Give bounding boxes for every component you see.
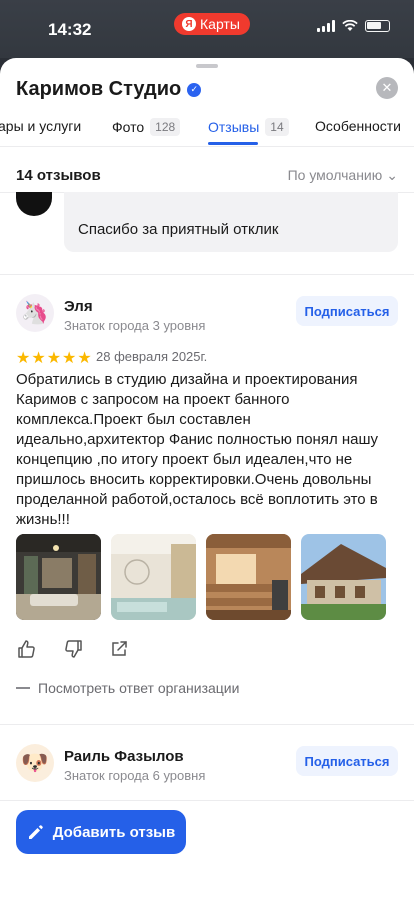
see-reply-label: Посмотреть ответ организации [38, 680, 240, 696]
tab-label: Фото [112, 119, 145, 135]
divider [0, 146, 414, 147]
reviewer-name[interactable]: Эля [64, 298, 93, 315]
review-photo[interactable] [301, 534, 386, 620]
tab-bar: ары и услуги Фото 128 Отзывы 14 Особенно… [0, 110, 414, 148]
reviews-summary-row: 14 отзывов По умолчанию ⌄ [16, 158, 398, 192]
signal-icon [317, 20, 335, 32]
close-button[interactable]: ✕ [376, 77, 398, 99]
battery-icon [365, 20, 390, 32]
star-icon: ★ [77, 350, 92, 367]
verified-icon: ✓ [187, 82, 202, 97]
sort-dropdown[interactable]: По умолчанию ⌄ [288, 167, 398, 184]
avatar[interactable]: 🐶 [16, 744, 54, 782]
yandex-logo-icon: Я [182, 17, 196, 31]
reviewer-level: Знаток города 6 уровня [64, 768, 206, 783]
dislike-icon[interactable] [62, 638, 84, 660]
star-icon: ★ [31, 350, 46, 367]
review-photo[interactable] [16, 534, 101, 620]
subscribe-button[interactable]: Подписаться [296, 746, 398, 776]
divider [0, 274, 414, 275]
divider [0, 800, 414, 801]
app-pill-label: Карты [200, 16, 240, 32]
back-to-app-pill[interactable]: Я Карты [174, 13, 250, 35]
tab-label: ары и услуги [0, 118, 82, 134]
business-name: Каримов Студио [16, 78, 182, 100]
chevron-down-icon: ⌄ [386, 166, 398, 183]
star-icon: ★ [62, 350, 77, 367]
tab-count-badge: 128 [150, 118, 181, 136]
active-tab-indicator [208, 142, 258, 145]
status-time: 14:32 [48, 20, 92, 39]
subscribe-button[interactable]: Подписаться [296, 296, 398, 326]
sheet-grabber[interactable] [196, 64, 218, 68]
reviewer-name[interactable]: Раиль Фазылов [64, 748, 184, 765]
add-review-label: Добавить отзыв [52, 823, 176, 841]
dash-icon [16, 687, 30, 689]
tab-photos[interactable]: Фото 128 [112, 118, 181, 136]
reply-text: Спасибо за приятный отклик [78, 221, 279, 238]
rating-stars: ★ ★ ★ ★ ★ [16, 348, 92, 368]
review-date: 28 февраля 2025г. [96, 349, 208, 364]
status-indicators [317, 20, 390, 32]
review-actions [16, 638, 130, 660]
reviewer-level: Знаток города 3 уровня [64, 318, 206, 333]
page-title: Каримов Студио ✓ [16, 78, 202, 101]
tab-features[interactable]: Особенности [315, 118, 401, 134]
tab-count-badge: 14 [265, 118, 289, 136]
wifi-icon [342, 20, 358, 31]
like-icon[interactable] [16, 638, 38, 660]
status-bar: 14:32 Я Карты [0, 0, 414, 58]
bottom-sheet: Каримов Студио ✓ ✕ ары и услуги Фото 128… [0, 58, 414, 900]
see-organization-reply-link[interactable]: Посмотреть ответ организации [16, 680, 239, 696]
divider [0, 724, 414, 725]
star-icon: ★ [16, 350, 31, 367]
share-icon[interactable] [108, 638, 130, 660]
star-icon: ★ [46, 350, 62, 367]
organization-reply: Спасибо за приятный отклик [64, 192, 398, 252]
tab-goods-services[interactable]: ары и услуги [0, 118, 81, 134]
review-photo[interactable] [206, 534, 291, 620]
review-text: Обратились в студию дизайна и проектиров… [16, 371, 379, 528]
sort-label: По умолчанию [287, 167, 383, 183]
tab-label: Особенности [315, 118, 401, 134]
tab-reviews[interactable]: Отзывы 14 [208, 118, 289, 136]
reviews-count: 14 отзывов [16, 166, 101, 184]
review-photos [16, 534, 386, 620]
tab-label: Отзывы [208, 119, 260, 135]
add-review-button[interactable]: Добавить отзыв [16, 810, 186, 854]
avatar[interactable] [16, 192, 52, 216]
review-photo[interactable] [111, 534, 196, 620]
avatar[interactable]: 🦄 [16, 294, 54, 332]
pencil-icon [28, 825, 43, 839]
